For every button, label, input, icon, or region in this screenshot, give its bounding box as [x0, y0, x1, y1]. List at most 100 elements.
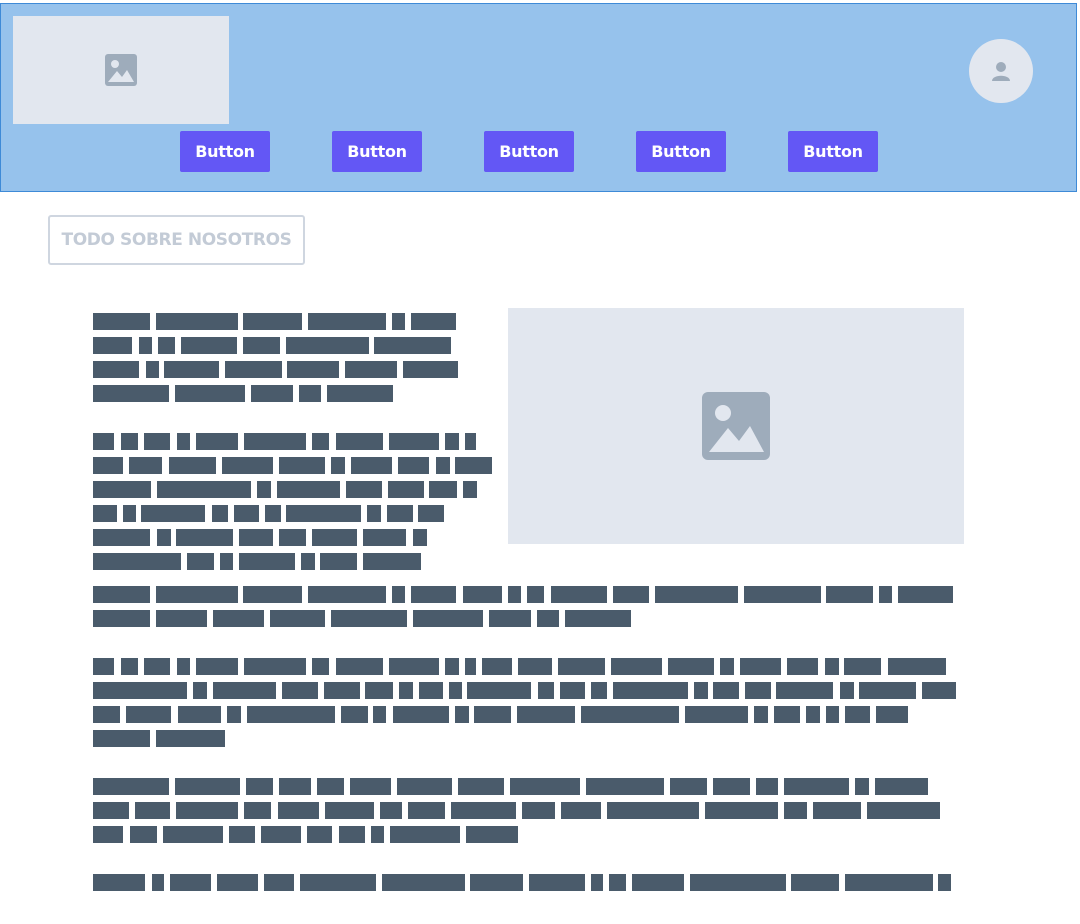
nav-button-1[interactable]: Button: [180, 131, 270, 172]
redacted-word: [279, 457, 325, 474]
redacted-word: [176, 802, 238, 819]
redacted-word: [845, 706, 870, 723]
redacted-word: [565, 610, 631, 627]
redacted-word: [465, 433, 476, 450]
redacted-word: [470, 874, 523, 891]
redacted-word: [177, 433, 190, 450]
redacted-word: [419, 682, 443, 699]
redacted-word: [558, 658, 605, 675]
redacted-word: [279, 529, 306, 546]
redacted-word: [713, 778, 750, 795]
redacted-word: [527, 586, 544, 603]
redacted-word: [690, 874, 786, 891]
redacted-word: [705, 802, 778, 819]
site-header: Button Button Button Button Button: [0, 3, 1077, 192]
redacted-word: [287, 361, 339, 378]
redacted-word: [374, 337, 451, 354]
redacted-word: [806, 706, 820, 723]
redacted-word: [413, 529, 427, 546]
redacted-word: [399, 682, 413, 699]
redacted-word: [345, 361, 397, 378]
logo-placeholder[interactable]: [13, 16, 229, 124]
redacted-word: [93, 433, 114, 450]
redacted-word: [312, 658, 329, 675]
redacted-word: [445, 433, 459, 450]
redacted-word: [825, 658, 839, 675]
redacted-word: [239, 553, 295, 570]
redacted-word: [331, 457, 345, 474]
redacted-word: [365, 682, 393, 699]
redacted-word: [244, 433, 306, 450]
redacted-word: [411, 586, 456, 603]
redacted-word: [176, 529, 233, 546]
redacted-word: [879, 586, 892, 603]
nav-button-2[interactable]: Button: [332, 131, 422, 172]
redacted-word: [474, 706, 511, 723]
redacted-word: [445, 658, 459, 675]
redacted-word: [429, 481, 457, 498]
redacted-word: [278, 802, 319, 819]
redacted-word: [740, 658, 781, 675]
redacted-word: [867, 802, 940, 819]
redacted-word: [784, 802, 807, 819]
redacted-word: [279, 778, 311, 795]
redacted-word: [694, 682, 708, 699]
redacted-word: [380, 802, 402, 819]
redacted-word: [229, 826, 255, 843]
redacted-word: [339, 826, 365, 843]
redacted-word: [308, 313, 386, 330]
redacted-word: [227, 706, 241, 723]
redacted-word: [844, 658, 881, 675]
redacted-word: [181, 337, 237, 354]
redacted-word: [591, 874, 603, 891]
redacted-word: [455, 706, 469, 723]
redacted-word: [246, 778, 273, 795]
redacted-word: [93, 730, 150, 747]
redacted-word: [93, 706, 120, 723]
redacted-word: [222, 457, 273, 474]
redacted-word: [225, 361, 282, 378]
redacted-word: [522, 802, 555, 819]
redacted-word: [126, 706, 171, 723]
redacted-word: [613, 586, 649, 603]
section-tag-button[interactable]: TODO SOBRE NOSOTROS: [48, 215, 305, 265]
redacted-word: [286, 337, 369, 354]
redacted-word: [561, 802, 601, 819]
redacted-word: [463, 481, 477, 498]
nav-button-3[interactable]: Button: [484, 131, 574, 172]
redacted-word: [389, 433, 439, 450]
redacted-word: [346, 481, 382, 498]
redacted-word: [277, 481, 340, 498]
redacted-word: [213, 682, 276, 699]
redacted-word: [551, 586, 607, 603]
redacted-word: [586, 778, 664, 795]
redacted-word: [93, 658, 114, 675]
redacted-word: [129, 457, 162, 474]
redacted-word: [320, 553, 357, 570]
redacted-word: [537, 610, 559, 627]
redacted-word: [307, 826, 332, 843]
nav-button-5[interactable]: Button: [788, 131, 878, 172]
redacted-word: [367, 505, 381, 522]
redacted-word: [668, 658, 714, 675]
avatar[interactable]: [969, 39, 1033, 103]
redacted-word: [744, 586, 821, 603]
nav-button-4[interactable]: Button: [636, 131, 726, 172]
redacted-word: [282, 682, 318, 699]
redacted-word: [411, 313, 456, 330]
redacted-word: [713, 682, 739, 699]
redacted-word: [784, 778, 849, 795]
redacted-word: [239, 529, 273, 546]
redacted-word: [156, 313, 238, 330]
redacted-word: [93, 553, 181, 570]
redacted-word: [317, 778, 344, 795]
redacted-word: [234, 505, 259, 522]
redacted-word: [859, 682, 916, 699]
redacted-word: [655, 586, 738, 603]
redacted-word: [371, 826, 384, 843]
redacted-word: [261, 826, 301, 843]
redacted-word: [720, 658, 734, 675]
image-icon: [105, 54, 137, 86]
redacted-word: [158, 337, 175, 354]
redacted-word: [220, 553, 233, 570]
